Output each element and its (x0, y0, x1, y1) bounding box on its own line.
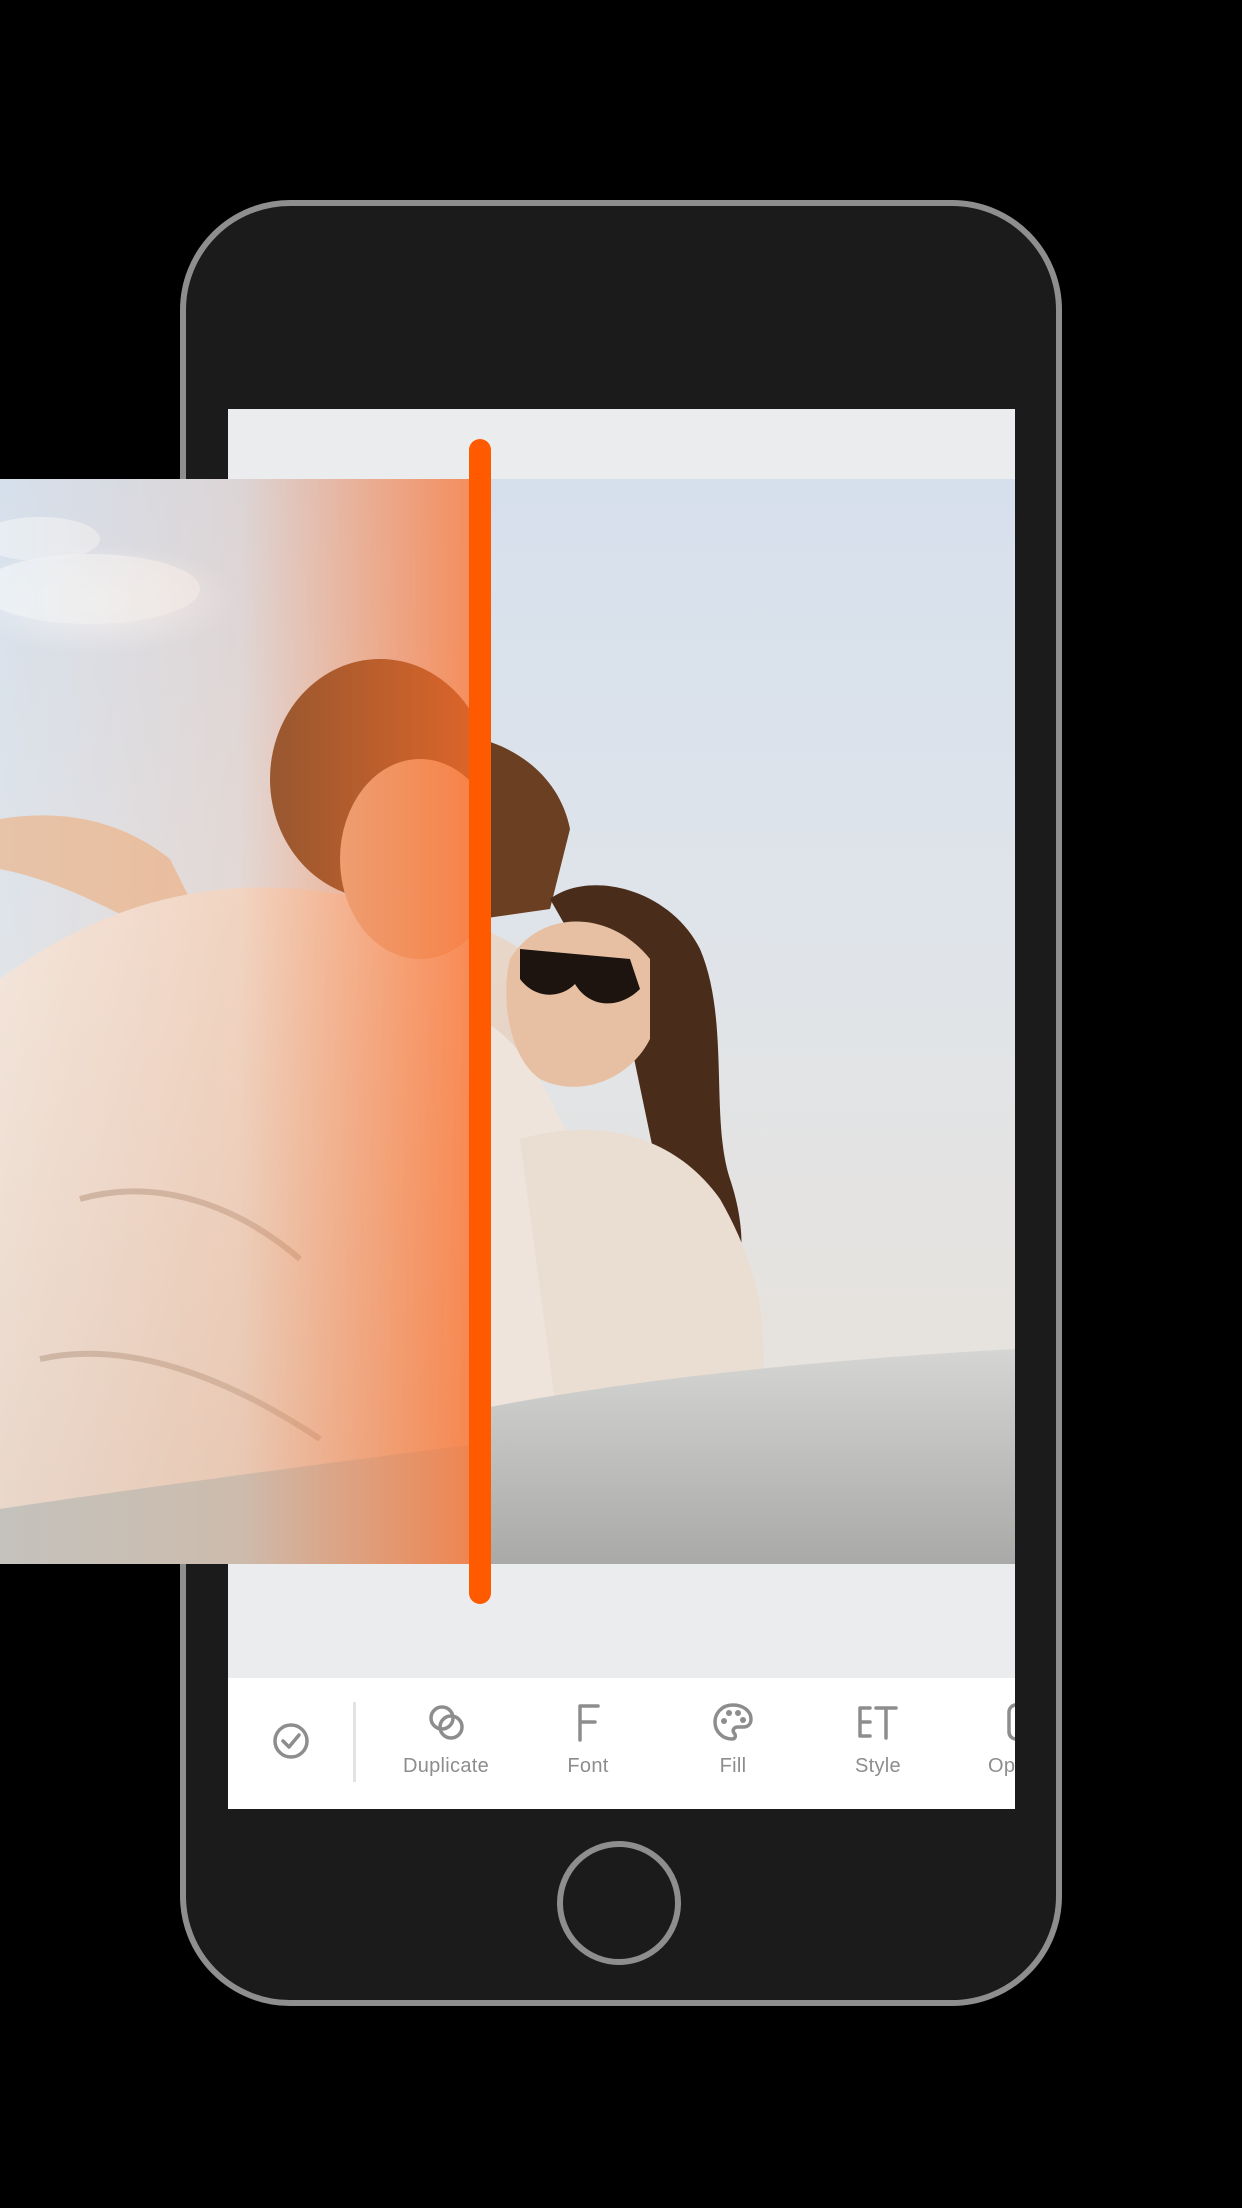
fill-label: Fill (719, 1755, 747, 1777)
font-button[interactable]: Font (528, 1678, 648, 1809)
opacity-label: Opa (988, 1755, 1015, 1777)
duplicate-button[interactable]: Duplicate (378, 1678, 514, 1809)
check-circle-icon (273, 1723, 309, 1759)
reveal-gradient (0, 479, 480, 1564)
font-icon (578, 1704, 600, 1742)
palette-icon (713, 1703, 753, 1741)
duplicate-icon (429, 1705, 464, 1740)
confirm-button[interactable] (256, 1678, 326, 1809)
font-label: Font (567, 1755, 609, 1777)
opacity-button[interactable]: Opa (966, 1678, 1015, 1809)
cutout-figures (480, 739, 1015, 1564)
fill-button[interactable]: Fill (673, 1678, 793, 1809)
style-label: Style (855, 1755, 901, 1777)
opacity-icon (1007, 1703, 1015, 1741)
home-button[interactable] (557, 1841, 681, 1965)
toolbar-separator (353, 1702, 356, 1782)
duplicate-label: Duplicate (402, 1755, 490, 1777)
text-style-icon (858, 1706, 898, 1740)
style-button[interactable]: Style (818, 1678, 938, 1809)
before-after-slider-handle[interactable] (469, 439, 491, 1604)
cutout-subject (480, 479, 1015, 1564)
bottom-toolbar: Duplicate Font Fill Style Op (228, 1678, 1015, 1809)
